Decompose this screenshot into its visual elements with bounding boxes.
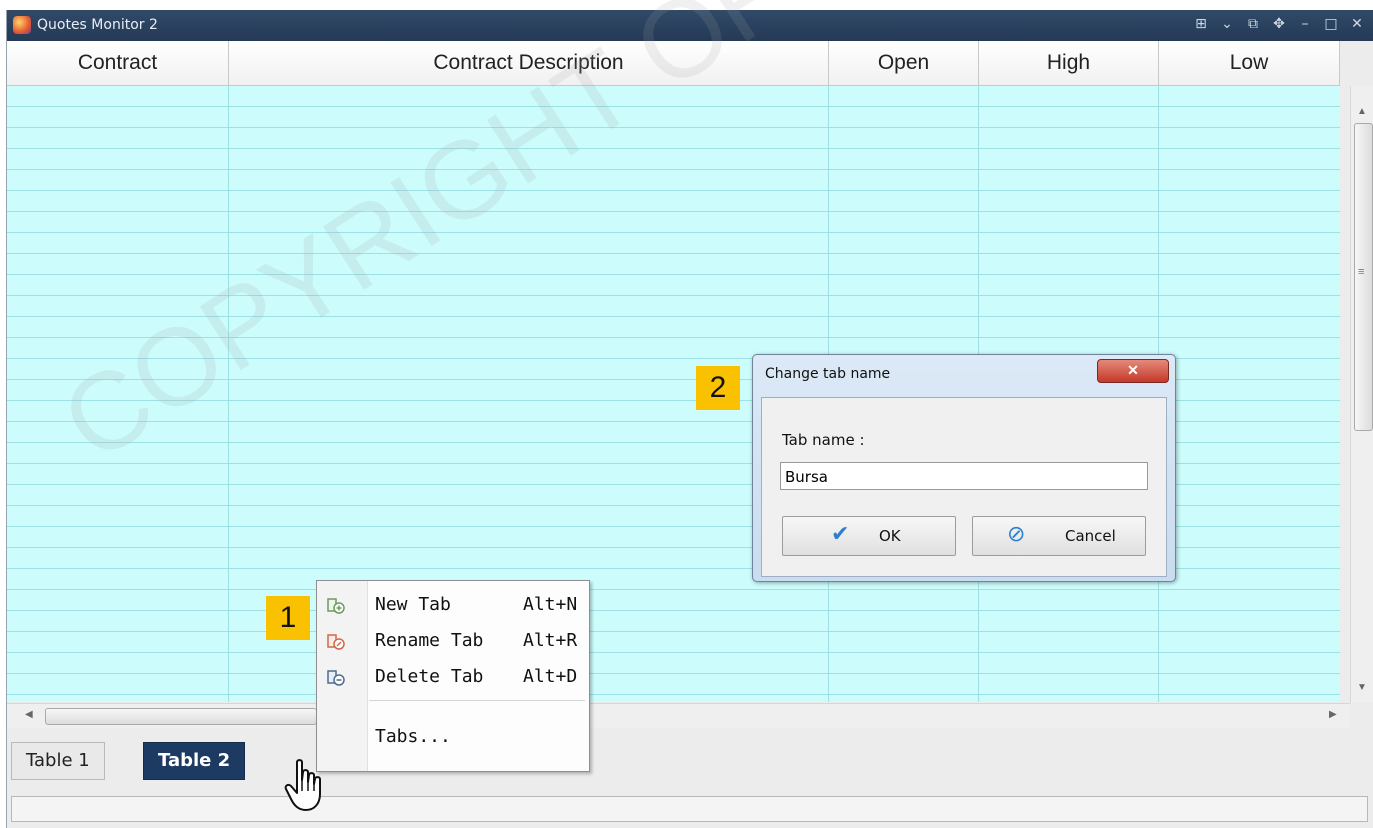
horizontal-scroll-thumb[interactable] (45, 708, 317, 725)
maximize-icon[interactable]: □ (1322, 15, 1340, 33)
menu-item-label: Rename Tab (375, 630, 484, 651)
checkmark-icon: ✔ (831, 522, 850, 547)
column-header-contract-description[interactable]: Contract Description (229, 41, 829, 85)
menu-item-label: New Tab (375, 594, 451, 615)
link-icon[interactable]: ⊞ (1192, 15, 1210, 33)
tab-name-label: Tab name : (782, 431, 865, 449)
delete-tab-icon (327, 670, 345, 686)
vertical-scrollbar[interactable]: ▲ ≡ ▼ (1350, 86, 1373, 703)
cancel-button-label: Cancel (1065, 527, 1116, 545)
move-icon[interactable]: ✥ (1270, 15, 1288, 33)
ok-button[interactable]: ✔ OK (782, 516, 956, 556)
menu-item-shortcut: Alt+R (523, 630, 578, 651)
column-header-low[interactable]: Low (1159, 41, 1340, 85)
window-controls: ⊞ ⌄ ⧉ ✥ – □ ✕ (1192, 15, 1366, 33)
menu-item-tabs[interactable]: Tabs... (317, 721, 589, 753)
minimize-icon[interactable]: – (1296, 15, 1314, 33)
menu-item-label: Delete Tab (375, 666, 484, 687)
menu-separator (369, 700, 585, 701)
tab-strip: Table 1 Table 2 (7, 728, 1373, 788)
tab-table-2[interactable]: Table 2 (143, 742, 246, 780)
callout-1: 1 (266, 596, 310, 640)
column-header-open[interactable]: Open (829, 41, 979, 85)
menu-item-rename-tab[interactable]: Rename Tab Alt+R (317, 625, 589, 657)
scroll-right-icon[interactable]: ▶ (1329, 709, 1337, 720)
close-icon: ✕ (1127, 362, 1139, 378)
chevron-down-icon[interactable]: ⌄ (1218, 15, 1236, 33)
tab-name-input[interactable]: Bursa (780, 462, 1148, 490)
scroll-left-icon[interactable]: ◀ (25, 709, 33, 720)
menu-item-shortcut: Alt+N (523, 594, 578, 615)
hand-cursor-icon (284, 759, 321, 811)
cancel-button[interactable]: ⊘ Cancel (972, 516, 1146, 556)
scroll-down-icon[interactable]: ▼ (1357, 682, 1367, 693)
table-header: Contract Contract Description Open High … (7, 41, 1340, 86)
column-header-high[interactable]: High (979, 41, 1159, 85)
dialog-close-button[interactable]: ✕ (1097, 359, 1169, 383)
column-divider (228, 86, 229, 702)
tab-table-1[interactable]: Table 1 (11, 742, 105, 780)
new-tab-icon (327, 598, 345, 614)
change-tab-name-dialog: Change tab name ✕ Tab name : Bursa ✔ OK … (752, 354, 1176, 582)
detach-icon[interactable]: ⧉ (1244, 15, 1262, 33)
status-bar (11, 796, 1368, 822)
tab-context-menu: New Tab Alt+N Rename Tab Alt+R Delete Ta… (316, 580, 590, 772)
callout-2: 2 (696, 366, 740, 410)
grip-icon: ≡ (1358, 266, 1365, 278)
menu-item-shortcut: Alt+D (523, 666, 578, 687)
ok-button-label: OK (879, 527, 901, 545)
dialog-body: Tab name : Bursa ✔ OK ⊘ Cancel (761, 397, 1167, 577)
menu-item-delete-tab[interactable]: Delete Tab Alt+D (317, 661, 589, 693)
scroll-up-icon[interactable]: ▲ (1357, 106, 1367, 117)
title-bar: Quotes Monitor 2 ⊞ ⌄ ⧉ ✥ – □ ✕ (7, 10, 1373, 41)
menu-item-label: Tabs... (375, 726, 451, 747)
window-title: Quotes Monitor 2 (37, 17, 158, 33)
app-icon (13, 16, 31, 34)
horizontal-scrollbar[interactable]: ◀ ▶ (7, 703, 1350, 728)
rename-tab-icon (327, 634, 345, 650)
menu-item-new-tab[interactable]: New Tab Alt+N (317, 589, 589, 621)
cancel-icon: ⊘ (1007, 522, 1026, 547)
column-header-contract[interactable]: Contract (7, 41, 229, 85)
dialog-title: Change tab name (765, 366, 891, 382)
close-icon[interactable]: ✕ (1348, 15, 1366, 33)
